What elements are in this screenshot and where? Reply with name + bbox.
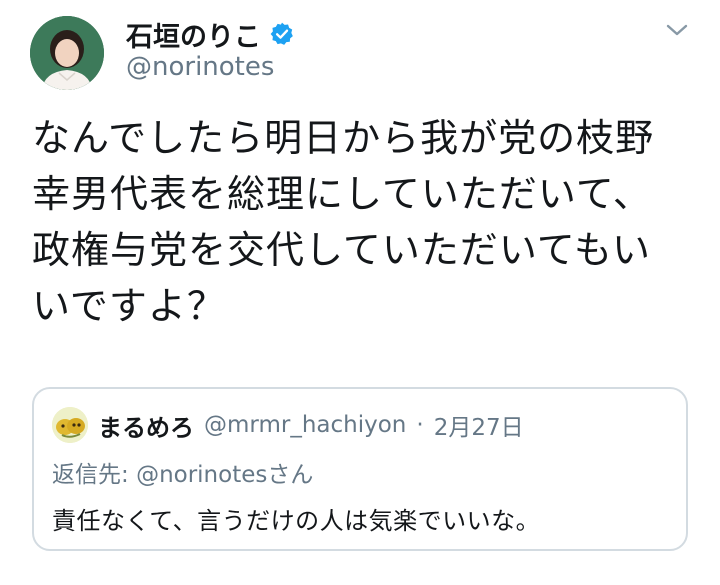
reply-mention[interactable]: @norinotes — [136, 462, 267, 488]
reply-label: 返信先: — [52, 462, 129, 488]
avatar[interactable] — [30, 16, 104, 90]
quoted-timestamp[interactable]: 2月27日 — [434, 408, 524, 442]
chevron-down-icon[interactable] — [664, 20, 690, 40]
quoted-tweet-text: 責任なくて、言うだけの人は気楽でいいな。 — [52, 507, 541, 535]
tweet: 石垣のりこ @norinotes なんでしたら明日から我が党の枝野幸男代表を総理… — [0, 0, 720, 585]
separator-dot: · — [416, 412, 424, 438]
verified-badge-icon — [269, 21, 295, 47]
quoted-tweet[interactable]: まるめろ @mrmr_hachiyon · 2月27日 返信先: @norino… — [32, 387, 688, 551]
quoted-tweet-header: まるめろ @mrmr_hachiyon · 2月27日 — [52, 407, 524, 443]
tweet-text: なんでしたら明日から我が党の枝野幸男代表を総理にしていただいて、政権与党を交代し… — [32, 116, 655, 328]
author-handle[interactable]: @norinotes — [126, 52, 274, 82]
reply-suffix: さん — [267, 462, 314, 488]
quoted-display-name[interactable]: まるめろ — [98, 408, 194, 443]
author-name-row: 石垣のりこ — [126, 14, 295, 54]
quoted-avatar[interactable] — [52, 407, 88, 443]
quoted-handle[interactable]: @mrmr_hachiyon — [204, 412, 406, 438]
reply-context: 返信先: @norinotesさん — [52, 455, 313, 489]
author-display-name[interactable]: 石垣のりこ — [126, 15, 261, 54]
